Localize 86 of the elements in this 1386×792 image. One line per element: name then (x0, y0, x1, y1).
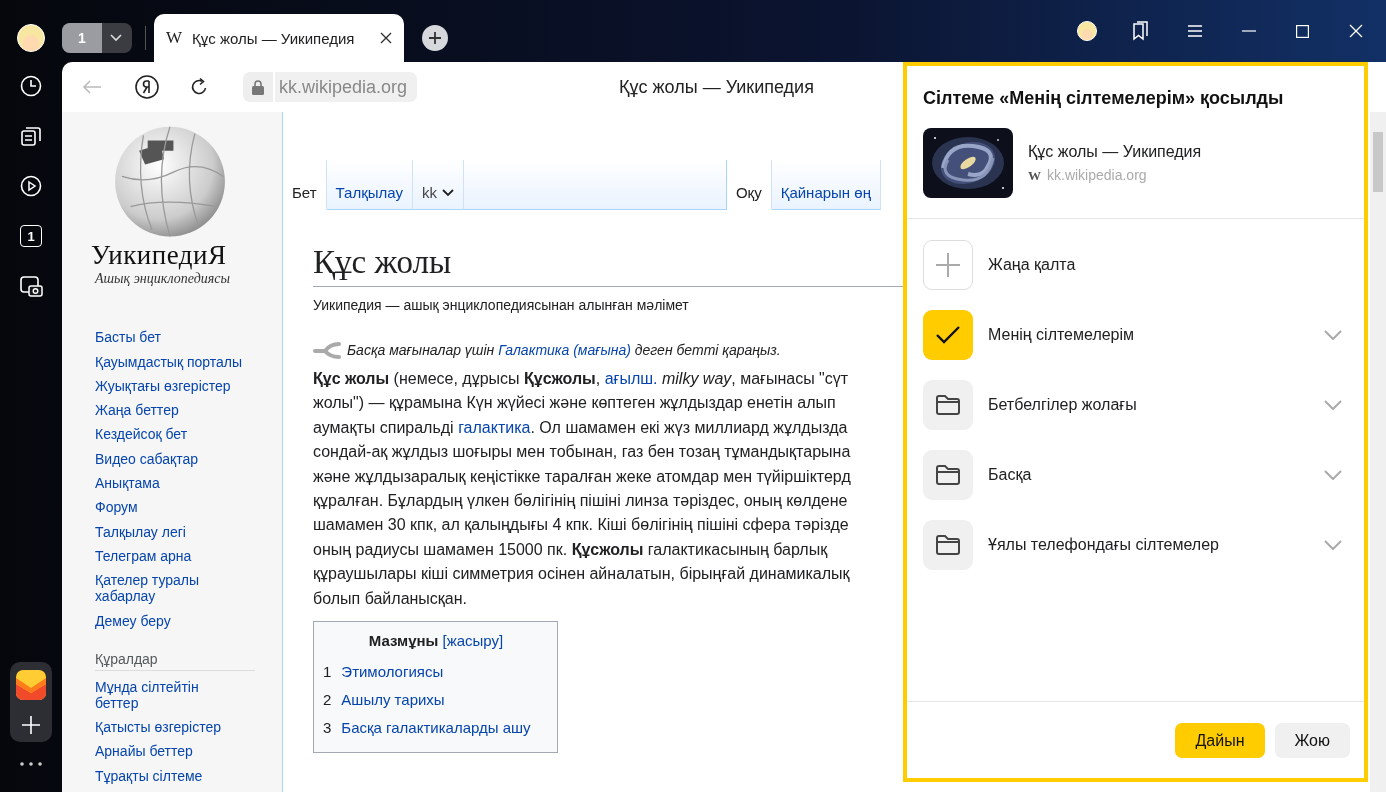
menu-icon[interactable] (1188, 25, 1202, 37)
add-icon[interactable] (21, 714, 41, 735)
contents-number: 3 (323, 718, 332, 739)
article-paragraph: Құс жолы (немесе, дұрысы Құсжолы, ағылш. milky way, мағынасы "сүт жолы") — құрамына Күн жүйесі және көптеген жұлдыздар енетін алып аумақты спиральді галактика. Ол шамамен екі жүз миллиард жұлдызда сондай-ақ жұлдыз шоғыры мен тобынан, газ бен тозаң тұмандықтарына және жұлдызаралық кеңістікке таралған жеке атомдар мен түйіршіктерд құралған. Бұлардың үлкен бөлігінің пішіні линза тәріздес, оның көлдене шамамен 30 кпк, ал қалыңдығы 4 кпк. Кіші бөлігінің пішіні сфера тәрізде оның радиусы шамамен 15000 пк. Құсжолы галактикасының барлық құраушылары кіші симметрия осінен айналатын, бірыңғай динамикалық болып байланысқан. (313, 369, 852, 609)
disambiguation-icon (313, 341, 341, 359)
folder-item[interactable]: Ұялы телефондағы сілтемелер (923, 520, 1348, 570)
folder-label: Жаңа қалта (988, 256, 1077, 274)
nav-link[interactable]: Демеу беру (95, 612, 245, 629)
nav-link[interactable]: Форум (95, 499, 245, 516)
folder-icon (935, 394, 961, 416)
contents-heading: Мазмұны [жасыру] (367, 632, 505, 650)
folder-item[interactable]: Бетбелгілер жолағы (923, 380, 1348, 430)
folder-label: Ұялы телефондағы сілтемелер (988, 536, 1220, 554)
text-link[interactable]: ағылш. (604, 370, 658, 387)
contents-link[interactable]: Ашылу тарихы (341, 686, 445, 715)
scrollbar[interactable] (1370, 112, 1386, 792)
text-link[interactable]: [жасыру] (442, 632, 504, 650)
nav-link[interactable]: Кездейсоқ бет (95, 426, 245, 443)
folder-checkbox[interactable] (923, 310, 973, 360)
tool-link[interactable]: Арнайы беттер (95, 743, 245, 760)
nav-link[interactable]: Телеграм арна (95, 547, 245, 564)
tools-heading: Құралдар (95, 650, 255, 671)
folder-item[interactable]: Менің сілтемелерім (923, 310, 1348, 360)
nav-link[interactable]: Видео сабақтар (95, 450, 245, 467)
clock-icon[interactable] (20, 75, 42, 97)
contents-number: 1 (323, 662, 332, 683)
page-title: Құс жолы — Уикипедия (619, 76, 814, 98)
text-link[interactable]: Галактика (мағына) (498, 342, 631, 358)
folder-item[interactable]: Жаңа қалта (923, 240, 1348, 290)
tool-link[interactable]: Мұнда сілтейтін беттер (95, 678, 245, 711)
close-icon[interactable] (380, 32, 392, 44)
nav-link[interactable]: Жаңа беттер (95, 402, 245, 419)
done-button[interactable]: Дайын (1175, 723, 1265, 758)
hatnote: Басқа мағыналар үшін Галактика (мағына) деген бетті қараңыз. (347, 342, 781, 358)
reload-icon[interactable] (189, 77, 209, 97)
lock-icon[interactable] (243, 72, 273, 102)
folder-item[interactable]: Басқа (923, 450, 1348, 500)
text-link[interactable]: галактика (458, 418, 531, 436)
yandex-icon[interactable] (135, 75, 159, 99)
avatar-icon[interactable] (17, 24, 45, 52)
bookmark-title: Құс жолы — Уикипедия (1028, 142, 1202, 161)
contents-link[interactable]: Басқа галактикаларды ашу (341, 714, 531, 743)
contents-link[interactable]: Этимологиясы (341, 658, 444, 687)
bookmarks-icon[interactable] (1130, 21, 1148, 41)
bookmark-url: kk.wikipedia.org (1047, 166, 1147, 183)
tab-count[interactable]: 1 (20, 225, 42, 247)
folder-label: Менің сілтемелерім (988, 326, 1136, 344)
nav-link[interactable]: Анықтама (95, 475, 245, 492)
nav-link[interactable]: Басты бет (95, 329, 245, 346)
folder-icon (935, 534, 961, 556)
collections-icon[interactable] (20, 125, 42, 147)
mail-icon[interactable] (16, 669, 46, 700)
plus-icon (935, 252, 961, 278)
caret-icon (441, 189, 454, 197)
page-tab[interactable]: kk (412, 160, 464, 210)
article-tagline: Уикипедия — ашық энциклопедиясынан алынған мәлімет (313, 297, 690, 313)
folder-checkbox[interactable] (923, 240, 973, 290)
maximize-icon[interactable] (1296, 24, 1309, 38)
browser-tab[interactable]: W Құс жолы — Уикипедия (154, 14, 404, 62)
new-tab-icon[interactable] (422, 25, 448, 51)
view-tab[interactable]: Қайнарын өң (771, 160, 881, 210)
contents-number: 2 (323, 690, 332, 711)
check-icon (935, 325, 961, 345)
profile-icon[interactable] (1077, 21, 1097, 41)
page-tab[interactable]: Талқылау (326, 160, 413, 210)
nav-link[interactable]: Қауымдастық порталы (95, 353, 245, 370)
play-icon[interactable] (20, 175, 42, 197)
folder-checkbox[interactable] (923, 380, 973, 430)
camera-icon[interactable] (19, 275, 43, 297)
folder-checkbox[interactable] (923, 450, 973, 500)
wiki-logo-title: УикипедиЯ (91, 240, 227, 272)
favicon: W (1028, 167, 1041, 184)
more-icon[interactable] (20, 762, 42, 766)
folder-checkbox[interactable] (923, 520, 973, 570)
wiki-logo-subtitle: Ашық энциклопедиясы (95, 271, 231, 288)
caret-icon (110, 34, 122, 42)
tool-link[interactable]: Қатысты өзгерістер (95, 719, 245, 736)
nav-link[interactable]: Талқылау легі (95, 523, 245, 540)
folder-label: Басқа (988, 466, 1033, 484)
folder-icon (935, 464, 961, 486)
nav-link[interactable]: Жуықтағы өзгерістер (95, 377, 245, 394)
remove-button[interactable]: Жою (1274, 723, 1350, 758)
nav-link[interactable]: Қателер туралы хабарлау (95, 572, 245, 605)
folder-label: Бетбелгілер жолағы (988, 396, 1138, 414)
popup-title: Сілтеме «Менің сілтемелерім» қосылды (922, 87, 1285, 109)
tool-link[interactable]: Тұрақты сілтеме (95, 767, 245, 784)
